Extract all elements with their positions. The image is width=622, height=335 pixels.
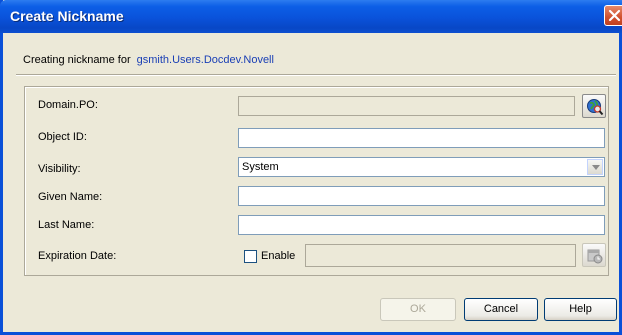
object-id-input[interactable]	[238, 128, 605, 148]
enable-checkbox[interactable]	[244, 250, 257, 263]
given-name-input[interactable]	[238, 186, 605, 206]
creating-for-text: Creating nickname for gsmith.Users.Docdev…	[23, 54, 274, 66]
close-button[interactable]	[604, 5, 622, 26]
separator	[16, 74, 616, 76]
expiration-date-label: Expiration Date:	[38, 250, 117, 262]
enable-label[interactable]: Enable	[261, 250, 295, 262]
globe-search-icon	[587, 99, 604, 116]
window-title: Create Nickname	[10, 8, 124, 24]
creating-for-label: Creating nickname for	[23, 54, 131, 66]
ok-button[interactable]: OK	[380, 298, 456, 321]
calendar-icon	[587, 249, 603, 264]
given-name-label: Given Name:	[38, 191, 103, 203]
visibility-dropdown-button[interactable]	[587, 159, 603, 175]
visibility-label: Visibility:	[38, 163, 81, 175]
close-icon	[608, 9, 621, 22]
last-name-label: Last Name:	[38, 219, 95, 231]
chevron-down-icon	[592, 165, 600, 170]
expiration-date-field	[305, 244, 576, 267]
object-name-link[interactable]: gsmith.Users.Docdev.Novell	[137, 54, 274, 66]
object-id-label: Object ID:	[38, 131, 87, 143]
title-bar: Create Nickname	[0, 0, 622, 33]
calendar-button[interactable]	[582, 243, 606, 267]
visibility-select[interactable]: System	[238, 157, 605, 177]
domain-po-field	[238, 96, 575, 116]
visibility-selected-value: System	[242, 161, 279, 173]
last-name-input[interactable]	[238, 215, 605, 235]
browse-domain-button[interactable]	[582, 94, 606, 118]
domain-po-label: Domain.PO:	[38, 99, 98, 111]
create-nickname-dialog: Create Nickname Creating nickname for gsm…	[0, 0, 622, 335]
cancel-button[interactable]: Cancel	[464, 298, 538, 321]
help-button[interactable]: Help	[544, 298, 617, 321]
